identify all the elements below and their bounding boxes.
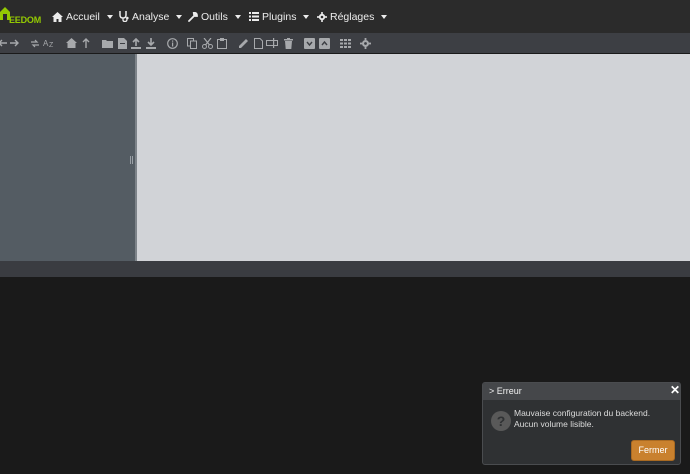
rename-icon[interactable] xyxy=(266,37,278,49)
nav-outils[interactable]: Outils xyxy=(188,0,241,33)
brand-name: EEDOM xyxy=(9,15,42,25)
chevron-down-icon xyxy=(176,14,183,19)
paste-icon[interactable] xyxy=(216,37,228,49)
delete-icon[interactable] xyxy=(282,37,294,49)
nav-outils-label: Outils xyxy=(201,10,228,23)
chevron-down-icon xyxy=(106,14,113,19)
dialog-message-line1: Mauvaise configuration du backend. xyxy=(514,408,651,418)
gear-icon xyxy=(317,11,327,22)
info-icon[interactable] xyxy=(166,37,178,49)
upload-icon[interactable] xyxy=(130,37,142,49)
chevron-down-icon xyxy=(381,14,388,19)
splitter-grip-icon[interactable] xyxy=(130,156,133,164)
nav-accueil-label: Accueil xyxy=(66,10,100,23)
edit-icon[interactable] xyxy=(237,37,249,49)
question-icon: ? xyxy=(491,411,511,431)
dialog-header: > Erreur ✕ xyxy=(483,383,680,400)
settings-icon[interactable] xyxy=(359,37,371,49)
refresh-icon[interactable] xyxy=(29,37,41,49)
list-icon xyxy=(249,12,259,21)
sort-az-icon[interactable]: AZ xyxy=(43,37,55,49)
close-icon[interactable]: ✕ xyxy=(670,383,680,397)
chevron-down-icon xyxy=(234,14,241,19)
chevron-down-icon xyxy=(303,14,310,19)
up-arrow-icon[interactable] xyxy=(80,37,92,49)
dialog-title: > Erreur xyxy=(489,386,522,396)
error-dialog: > Erreur ✕ ? Mauvaise configuration du b… xyxy=(482,382,681,465)
forward-arrow-icon[interactable] xyxy=(9,37,21,49)
file-manager-toolbar: AZ xyxy=(0,33,690,53)
extract-icon[interactable] xyxy=(318,37,330,49)
new-file-icon[interactable] xyxy=(116,37,128,49)
close-button[interactable]: Fermer xyxy=(631,440,675,461)
stethoscope-icon xyxy=(119,11,129,22)
archive-icon[interactable] xyxy=(303,37,315,49)
back-arrow-icon[interactable] xyxy=(0,37,8,49)
folder-tree-pane[interactable] xyxy=(0,54,135,261)
nav-plugins-label: Plugins xyxy=(262,10,297,23)
nav-analyse-label: Analyse xyxy=(132,10,170,23)
copy-icon[interactable] xyxy=(186,37,198,49)
home-icon[interactable] xyxy=(65,37,77,49)
nav-reglages[interactable]: Réglages xyxy=(317,0,388,33)
status-bar xyxy=(0,261,690,277)
duplicate-icon[interactable] xyxy=(252,37,264,49)
nav-reglages-label: Réglages xyxy=(330,10,375,23)
grid-view-icon[interactable] xyxy=(339,37,351,49)
nav-plugins[interactable]: Plugins xyxy=(249,0,310,33)
cut-icon[interactable] xyxy=(201,37,213,49)
dialog-message-line2: Aucun volume lisible. xyxy=(514,419,594,429)
wrench-icon xyxy=(188,11,198,22)
home-icon xyxy=(52,11,63,22)
new-folder-icon[interactable] xyxy=(101,37,113,49)
nav-analyse[interactable]: Analyse xyxy=(119,0,183,33)
file-list-pane[interactable] xyxy=(137,54,690,261)
svg-text:Z: Z xyxy=(49,42,54,48)
app-logo[interactable]: EEDOM xyxy=(0,4,42,28)
nav-accueil[interactable]: Accueil xyxy=(52,0,113,33)
download-icon[interactable] xyxy=(145,37,157,49)
top-navbar: EEDOM Accueil Analyse Outils Plugins Rég… xyxy=(0,0,690,33)
